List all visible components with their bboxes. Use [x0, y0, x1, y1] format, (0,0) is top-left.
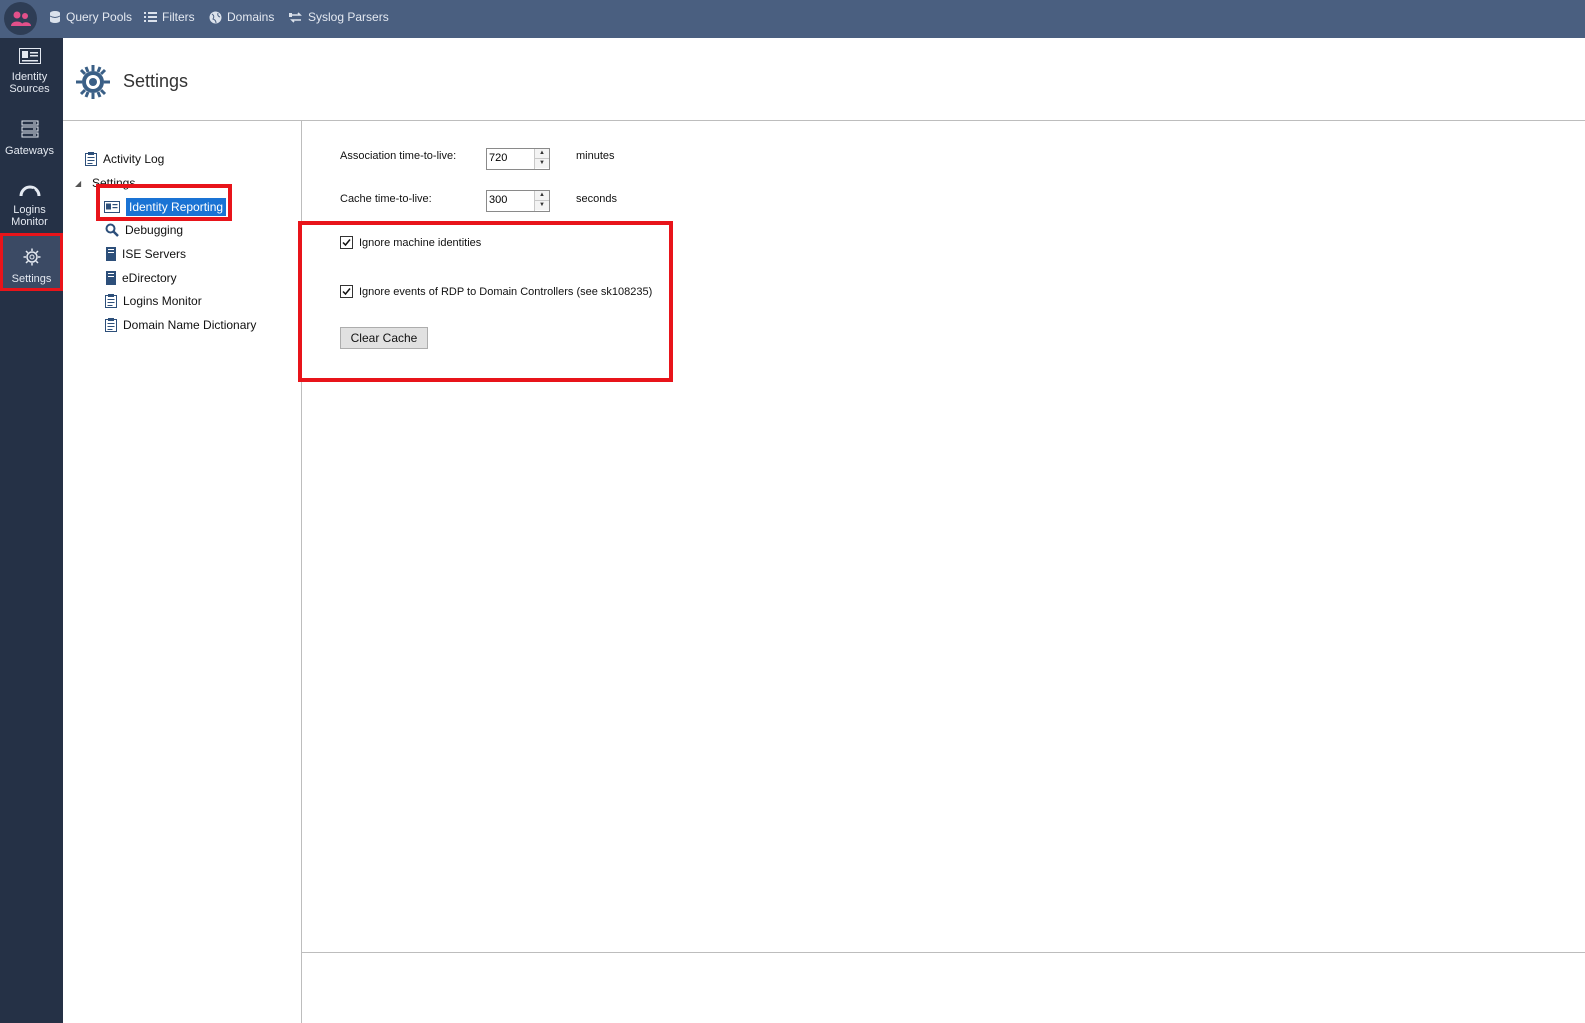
topnav-query-pools[interactable]: Query Pools: [49, 10, 132, 24]
tree-item-edirectory[interactable]: eDirectory: [106, 271, 177, 285]
topnav-syslog-parsers[interactable]: Syslog Parsers: [289, 10, 389, 24]
top-bar: Query Pools Filters Domains Syslog Parse…: [0, 0, 1585, 38]
tree-item-domain-name-dictionary[interactable]: Domain Name Dictionary: [105, 318, 256, 332]
topnav-label: Query Pools: [66, 10, 133, 24]
association-ttl-input[interactable]: [487, 149, 533, 167]
sidebar-item-settings[interactable]: Settings: [0, 233, 63, 291]
magnifier-icon: [105, 223, 119, 237]
app-logo[interactable]: [4, 2, 37, 35]
tree-item-debugging[interactable]: Debugging: [105, 223, 183, 237]
cache-ttl-input[interactable]: [487, 191, 533, 209]
parser-icon: [289, 11, 303, 24]
tree-item-label: Debugging: [125, 223, 184, 237]
sidebar-item-label: Identity Sources: [9, 71, 50, 95]
server-icon: [106, 247, 116, 261]
tree-item-label: eDirectory: [122, 271, 177, 285]
page-header: Settings: [63, 38, 1585, 121]
ignore-machine-identities-checkbox[interactable]: Ignore machine identities: [340, 236, 481, 249]
settings-tree: Activity Log ◢ Settings Identity Reporti…: [63, 121, 302, 1023]
users-icon: [11, 11, 31, 26]
checkbox-box[interactable]: [340, 236, 353, 249]
settings-gear-icon: [75, 64, 111, 105]
settings-content: Association time-to-live: ▲ ▼ minutes Ca…: [298, 121, 1585, 1023]
spin-up-icon[interactable]: ▲: [535, 191, 549, 200]
server-icon: [106, 271, 116, 285]
checkbox-label: Ignore machine identities: [359, 236, 482, 249]
id-card-icon: [0, 48, 59, 67]
association-ttl-stepper[interactable]: ▲ ▼: [486, 148, 550, 170]
tree-item-label: Settings: [92, 176, 136, 190]
server-icon: [0, 120, 59, 141]
tree-item-activity-log[interactable]: Activity Log: [85, 152, 164, 166]
tree-item-identity-reporting[interactable]: Identity Reporting: [104, 198, 227, 216]
tree-item-settings[interactable]: Settings: [92, 176, 135, 190]
left-sidebar: Identity Sources Gateways Logins Monitor…: [0, 38, 63, 1023]
tree-item-label: Logins Monitor: [123, 294, 202, 308]
association-ttl-unit: minutes: [576, 150, 615, 162]
checkbox-label: Ignore events of RDP to Domain Controlle…: [359, 285, 653, 298]
globe-icon: [209, 11, 222, 24]
cache-ttl-stepper[interactable]: ▲ ▼: [486, 190, 550, 212]
id-card-icon: [104, 201, 120, 213]
tree-item-label: Activity Log: [103, 152, 165, 166]
gear-icon: [3, 248, 60, 269]
sidebar-item-gateways[interactable]: Gateways: [0, 120, 59, 157]
checkmark-icon: [342, 288, 351, 296]
clear-cache-button[interactable]: Clear Cache: [340, 327, 428, 349]
collapse-arrow-icon[interactable]: ◢: [75, 179, 81, 188]
checkbox-box[interactable]: [340, 285, 353, 298]
database-icon: [49, 10, 61, 24]
clipboard-icon: [105, 294, 117, 308]
sidebar-item-label: Logins Monitor: [11, 204, 48, 228]
ignore-rdp-events-checkbox[interactable]: Ignore events of RDP to Domain Controlle…: [340, 285, 652, 298]
association-ttl-label: Association time-to-live:: [340, 150, 457, 162]
topnav-label: Filters: [162, 10, 195, 24]
tree-item-label: Identity Reporting: [126, 198, 227, 216]
sidebar-item-label: Gateways: [5, 145, 54, 157]
topnav-domains[interactable]: Domains: [209, 10, 274, 24]
clipboard-icon: [105, 318, 117, 332]
tree-item-label: Domain Name Dictionary: [123, 318, 257, 332]
sidebar-item-label: Settings: [11, 273, 52, 285]
spin-down-icon[interactable]: ▼: [535, 158, 549, 168]
tree-item-ise-servers[interactable]: ISE Servers: [106, 247, 186, 261]
tree-item-logins-monitor[interactable]: Logins Monitor: [105, 294, 202, 308]
spin-up-icon[interactable]: ▲: [535, 149, 549, 158]
tree-item-label: ISE Servers: [122, 247, 187, 261]
clipboard-icon: [85, 152, 97, 166]
checkmark-icon: [342, 239, 351, 247]
gauge-icon: [0, 183, 59, 200]
spin-buttons: ▲ ▼: [534, 191, 549, 211]
topnav-label: Domains: [227, 10, 275, 24]
topnav-filters[interactable]: Filters: [144, 10, 195, 24]
cache-ttl-unit: seconds: [576, 193, 617, 205]
page-title: Settings: [123, 71, 189, 91]
list-icon: [144, 11, 157, 23]
spin-down-icon[interactable]: ▼: [535, 200, 549, 210]
sidebar-item-identity-sources[interactable]: Identity Sources: [0, 48, 59, 95]
cache-ttl-label: Cache time-to-live:: [340, 193, 432, 205]
spin-buttons: ▲ ▼: [534, 149, 549, 169]
topnav-label: Syslog Parsers: [308, 10, 389, 24]
sidebar-item-logins-monitor[interactable]: Logins Monitor: [0, 183, 59, 228]
divider: [302, 952, 1585, 953]
